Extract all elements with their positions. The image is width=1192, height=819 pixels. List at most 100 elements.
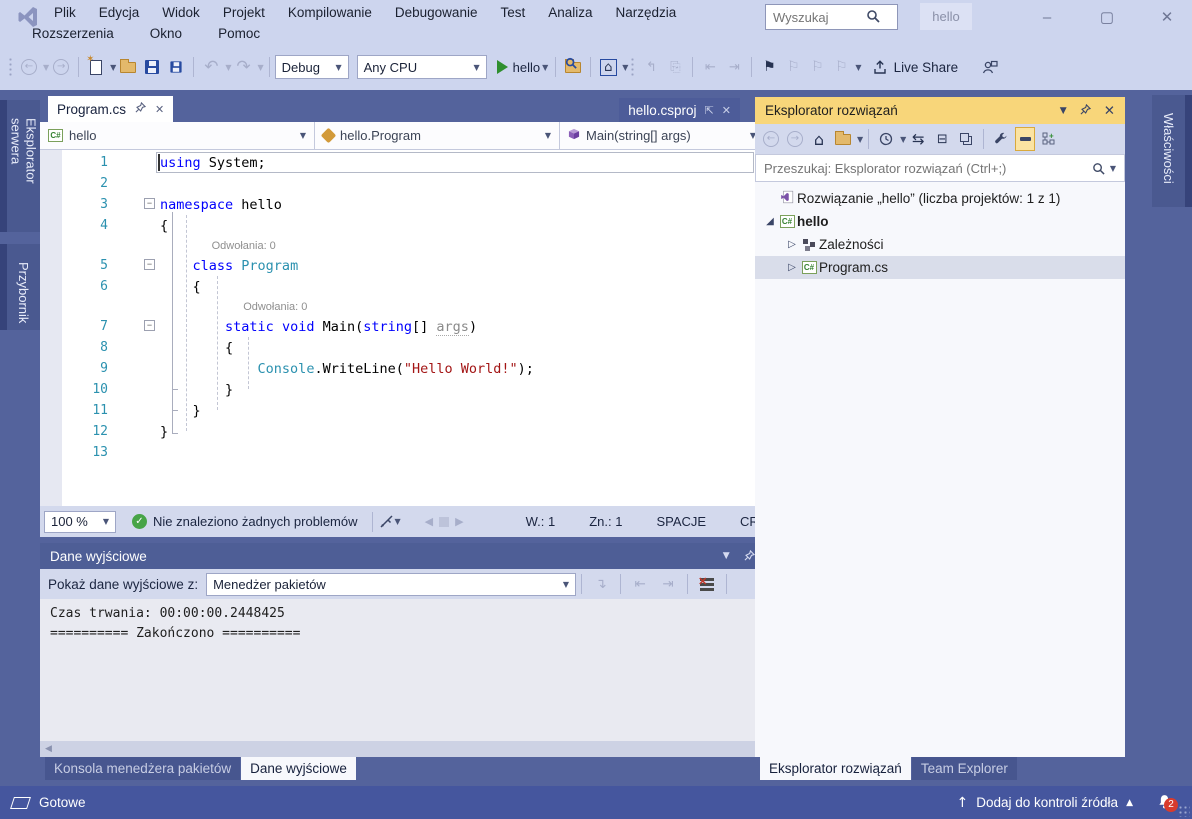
collapse-region-icon[interactable]: −	[144, 320, 155, 331]
tree-item-program-cs[interactable]: ▷C#Program.cs	[755, 256, 1125, 279]
close-button[interactable]: ✕	[1156, 8, 1178, 26]
add-item-button[interactable]: +	[1039, 127, 1059, 151]
menu-test[interactable]: Test	[498, 4, 527, 21]
clear-all-output-button[interactable]: ✕	[697, 572, 717, 596]
breakpoint-margin[interactable]	[40, 150, 62, 506]
menu-analiza[interactable]: Analiza	[546, 4, 594, 21]
code-line[interactable]: 8 {	[62, 337, 762, 358]
back-button[interactable]: ←	[761, 127, 781, 151]
menu-pomoc[interactable]: Pomoc	[216, 25, 262, 42]
panel-tab-team-explorer[interactable]: Team Explorer	[912, 757, 1017, 780]
code-line[interactable]: 4{	[62, 215, 762, 236]
attach-to-process-button[interactable]	[563, 55, 583, 79]
pin-icon[interactable]	[135, 102, 146, 116]
preview-selected-items-button[interactable]	[956, 127, 976, 151]
decrease-indent-button[interactable]: ⇤	[700, 55, 720, 79]
minimize-button[interactable]: –	[1036, 9, 1058, 26]
menu-rozszerzenia[interactable]: Rozszerzenia	[30, 25, 116, 42]
properties-wrench-button[interactable]	[991, 127, 1011, 151]
panel-tab-eksplorator-rozwi-za[interactable]: Eksplorator rozwiązań	[760, 757, 911, 780]
quick-search-box[interactable]	[765, 4, 898, 30]
close-panel-icon[interactable]: ✕	[1104, 103, 1115, 119]
window-resize-grip[interactable]	[1178, 805, 1190, 817]
code-line[interactable]: 9 Console.WriteLine("Hello World!");	[62, 358, 762, 379]
menu-kompilowanie[interactable]: Kompilowanie	[286, 4, 374, 21]
search-options-dropdown-icon[interactable]: ▼	[1110, 164, 1116, 173]
next-message-button[interactable]: ⇥	[658, 572, 678, 596]
increase-indent-button[interactable]: ⇥	[724, 55, 744, 79]
code-line[interactable]: 12}	[62, 421, 762, 442]
pager-right-icon[interactable]: ▶	[455, 515, 463, 528]
code-line[interactable]: 10 }	[62, 379, 762, 400]
forward-button[interactable]: →	[785, 127, 805, 151]
new-project-dropdown-icon[interactable]: ▼	[110, 63, 116, 72]
collapse-region-icon[interactable]: −	[144, 198, 155, 209]
menu-projekt[interactable]: Projekt	[221, 4, 267, 21]
tab-program-cs[interactable]: Program.cs ✕	[48, 96, 173, 122]
solution-configuration-select[interactable]: Debug▼	[275, 55, 349, 79]
step-out-button[interactable]: ↰	[641, 55, 661, 79]
solution-platform-select[interactable]: Any CPU▼	[357, 55, 487, 79]
expander-collapsed-icon[interactable]: ▷	[785, 239, 799, 250]
code-line[interactable]: 11 }	[62, 400, 762, 421]
tree-item-rozwi-zanie[interactable]: Rozwiązanie „hello” (liczba projektów: 1…	[755, 187, 1125, 210]
add-to-source-control-button[interactable]: Dodaj do kontroli źródła	[976, 795, 1118, 810]
navigate-forward-button[interactable]: →	[51, 55, 71, 79]
show-all-files-toggle[interactable]	[1015, 127, 1035, 151]
codelens-references[interactable]: Odwołania: 0	[212, 240, 276, 252]
code-line[interactable]: 13	[62, 442, 762, 463]
close-tab-icon[interactable]: ✕	[155, 103, 164, 116]
window-position-dropdown-icon[interactable]: ▼	[1060, 106, 1067, 116]
nav-project-dropdown[interactable]: C# hello▼	[40, 122, 315, 149]
window-position-dropdown-icon[interactable]: ▼	[723, 551, 730, 561]
undo-button[interactable]: ↶	[201, 55, 221, 79]
code-line[interactable]: 2	[62, 173, 762, 194]
menu-edycja[interactable]: Edycja	[97, 4, 142, 21]
sidebar-tab-toolbox[interactable]: Przybornik	[0, 244, 40, 330]
previous-message-button[interactable]: ⇤	[630, 572, 650, 596]
zoom-level-select[interactable]: 100 %▼	[44, 511, 116, 533]
code-health-indicator[interactable]: ▼	[380, 510, 401, 534]
redo-dropdown-icon[interactable]: ▼	[257, 63, 263, 72]
pin-icon[interactable]	[744, 549, 755, 564]
codelens-references[interactable]: Odwołania: 0	[243, 301, 307, 313]
clear-bookmarks-button[interactable]: ⚐	[831, 55, 851, 79]
redo-button[interactable]: ↷	[233, 55, 253, 79]
solution-explorer-title-bar[interactable]: Eksplorator rozwiązań ▼ ✕	[755, 97, 1125, 124]
sync-with-active-document-button[interactable]: ⇆	[908, 127, 928, 151]
bookmark-dropdown-icon[interactable]: ▼	[855, 63, 861, 72]
source-control-dropdown-icon[interactable]: ▲	[1126, 798, 1133, 808]
tree-item-zale-no-ci[interactable]: ▷Zależności	[755, 233, 1125, 256]
codelens-row[interactable]: Odwołania: 0	[62, 236, 762, 255]
navigate-home-button[interactable]: ⌂	[598, 55, 618, 79]
pager-page-icon[interactable]	[439, 517, 449, 527]
pin-icon[interactable]	[1080, 103, 1091, 118]
step-over-button[interactable]: ⎘	[665, 55, 685, 79]
code-line[interactable]: 1using System;	[62, 152, 762, 173]
code-line[interactable]: 3−namespace hello	[62, 194, 762, 215]
problems-status-label[interactable]: Nie znaleziono żadnych problemów	[153, 514, 358, 529]
menu-widok[interactable]: Widok	[160, 4, 202, 21]
column-indicator[interactable]: Zn.: 1	[589, 514, 622, 529]
code-line[interactable]: 7− static void Main(string[] args)	[62, 316, 762, 337]
maximize-button[interactable]: ▢	[1096, 8, 1118, 26]
output-source-select[interactable]: Menedżer pakietów▼	[206, 573, 576, 596]
solution-search-box[interactable]: ▼	[755, 154, 1125, 182]
solution-search-input[interactable]	[756, 161, 1092, 176]
nav-member-dropdown[interactable]: Main(string[] args)▼	[560, 122, 764, 149]
feedback-icon[interactable]	[980, 55, 1000, 79]
code-editor-surface[interactable]: 1using System;23−namespace hello4{ Odwoła…	[40, 150, 790, 506]
menu-okno[interactable]: Okno	[148, 25, 184, 42]
filter-dropdown-icon[interactable]: ▼	[900, 135, 906, 144]
save-all-button[interactable]	[166, 55, 186, 79]
open-file-button[interactable]	[118, 55, 138, 79]
close-tab-icon[interactable]: ✕	[722, 104, 731, 117]
collapse-all-button[interactable]: ⊟	[932, 127, 952, 151]
menu-plik[interactable]: Plik	[52, 4, 78, 21]
navigate-back-dropdown-icon[interactable]: ▼	[43, 63, 49, 72]
undo-dropdown-icon[interactable]: ▼	[225, 63, 231, 72]
expander-expanded-icon[interactable]: ◢	[763, 216, 777, 227]
pager-left-icon[interactable]: ◀	[425, 515, 433, 528]
notifications-bell-button[interactable]: 2	[1157, 794, 1172, 812]
sidebar-tab-properties[interactable]: Właściwości	[1152, 95, 1192, 207]
